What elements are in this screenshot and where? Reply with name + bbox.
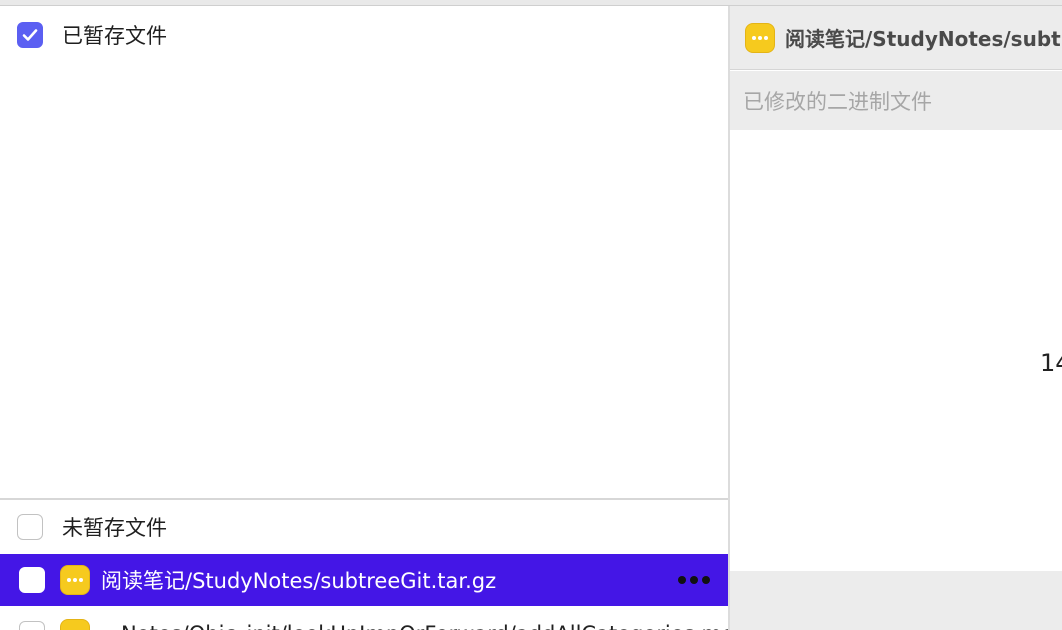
file-size-text: 14 xyxy=(1040,349,1062,377)
unstaged-select-all-checkbox[interactable] xyxy=(17,514,43,540)
file-detail-pane: 阅读笔记/StudyNotes/subtreeGit.tar.gz 已修改的二进… xyxy=(730,6,1062,630)
file-row[interactable]: 阅读笔记/StudyNotes/subtreeGit.tar.gz xyxy=(0,554,728,606)
checkmark-icon xyxy=(22,29,38,41)
binary-preview-area: 14 xyxy=(730,130,1062,571)
modified-dots-icon xyxy=(60,565,90,595)
file-list-pane: 已暂存文件 未暂存文件 阅读笔记/StudyNotes/subtreeGit.t… xyxy=(0,6,728,630)
binary-file-status: 已修改的二进制文件 xyxy=(743,89,932,114)
staged-files-header: 已暂存文件 xyxy=(0,8,728,62)
modified-dots-icon xyxy=(745,22,775,53)
file-stage-checkbox[interactable] xyxy=(19,567,45,593)
file-row[interactable]: ...Notes/Objc_init/lookUpImpOrForward/ad… xyxy=(0,608,728,630)
unstaged-files-header: 未暂存文件 xyxy=(0,500,728,554)
file-name: 阅读笔记/StudyNotes/subtreeGit.tar.gz xyxy=(101,569,497,593)
file-stage-checkbox[interactable] xyxy=(19,621,45,630)
staged-files-label: 已暂存文件 xyxy=(62,24,167,48)
detail-subheader: 已修改的二进制文件 xyxy=(730,71,1062,130)
detail-file-path: 阅读笔记/StudyNotes/subtreeGit.tar.gz xyxy=(785,27,1062,51)
more-options-icon[interactable] xyxy=(678,576,710,584)
detail-footer xyxy=(730,571,1062,630)
staged-select-all-checkbox[interactable] xyxy=(17,22,43,48)
unstaged-files-label: 未暂存文件 xyxy=(62,516,167,540)
modified-dots-icon xyxy=(60,619,90,630)
detail-header: 阅读笔记/StudyNotes/subtreeGit.tar.gz xyxy=(730,6,1062,70)
file-name: ...Notes/Objc_init/lookUpImpOrForward/ad… xyxy=(101,622,728,630)
